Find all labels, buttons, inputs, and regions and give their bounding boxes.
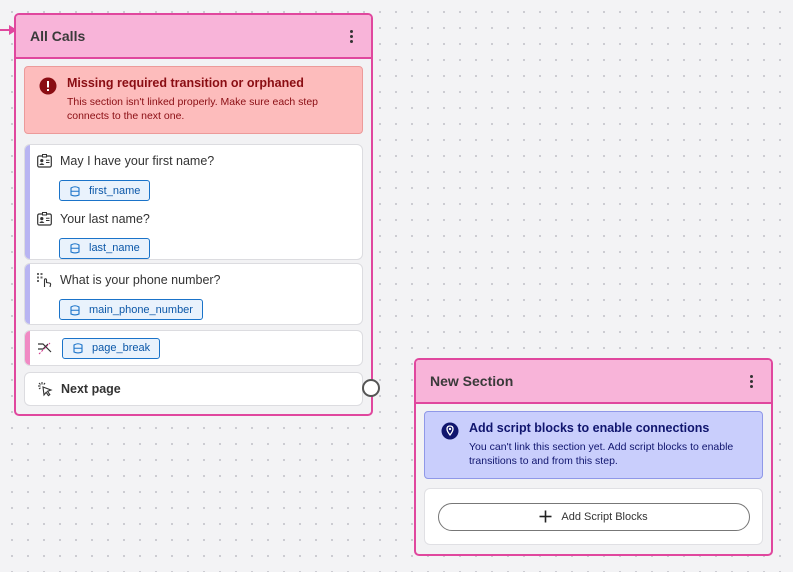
- variable-chip-last-name[interactable]: last_name: [59, 237, 150, 259]
- location-pin-icon: [441, 422, 459, 440]
- kebab-menu-icon[interactable]: [343, 26, 359, 46]
- page-break-icon: [38, 342, 52, 354]
- section-header[interactable]: New Section: [416, 360, 771, 404]
- next-page-step[interactable]: Next page: [24, 372, 363, 406]
- section-title: New Section: [430, 373, 514, 389]
- database-icon: [73, 343, 83, 354]
- add-button-label: Add Script Blocks: [561, 510, 648, 523]
- add-blocks-panel: Add Script Blocks: [424, 488, 763, 545]
- section-new-section[interactable]: New Section Add script blocks to enable …: [414, 358, 773, 556]
- section-title: All Calls: [30, 28, 86, 44]
- alert-title: Add script blocks to enable connections: [469, 421, 710, 435]
- question-step[interactable]: Your last name?: [25, 209, 362, 229]
- kebab-menu-icon[interactable]: [743, 371, 759, 391]
- add-script-blocks-button[interactable]: Add Script Blocks: [437, 502, 750, 531]
- database-icon: [70, 304, 80, 315]
- contact-card-icon: [37, 211, 52, 226]
- section-all-calls[interactable]: All Calls Missing required transition or…: [14, 13, 373, 416]
- database-icon: [70, 185, 80, 196]
- question-label: May I have your first name?: [60, 154, 215, 168]
- script-block-page-break[interactable]: page_break: [24, 330, 363, 366]
- script-block-phone[interactable]: What is your phone number? main_phone_nu…: [24, 263, 363, 325]
- plus-icon: [539, 510, 552, 523]
- keypad-touch-icon: [37, 272, 52, 287]
- variable-chip-main-phone-number[interactable]: main_phone_number: [59, 299, 203, 320]
- alert-title: Missing required transition or orphaned: [67, 76, 304, 90]
- chip-row: last_name: [25, 237, 362, 260]
- variable-name: last_name: [89, 242, 140, 254]
- chip-row: main_phone_number: [25, 299, 362, 321]
- question-label: What is your phone number?: [60, 273, 221, 287]
- variable-name: first_name: [89, 184, 141, 197]
- info-alert: Add script blocks to enable connections …: [424, 411, 763, 479]
- question-step[interactable]: What is your phone number?: [25, 270, 362, 290]
- contact-card-icon: [37, 154, 52, 168]
- alert-message: This section isn't linked properly. Make…: [67, 96, 319, 122]
- error-alert: Missing required transition or orphaned …: [24, 66, 363, 134]
- variable-name: main_phone_number: [89, 303, 193, 316]
- alert-message: You can't link this section yet. Add scr…: [469, 441, 734, 467]
- click-icon: [38, 382, 53, 397]
- error-circle-icon: [39, 77, 57, 95]
- variable-chip-first-name[interactable]: first_name: [59, 180, 151, 201]
- database-icon: [70, 243, 80, 254]
- question-label: Your last name?: [60, 211, 150, 226]
- next-page-label: Next page: [61, 382, 121, 396]
- variable-chip-page-break[interactable]: page_break: [62, 337, 161, 359]
- output-connector-handle[interactable]: [362, 379, 380, 397]
- question-step[interactable]: May I have your first name?: [25, 151, 362, 171]
- chip-row: first_name: [25, 180, 362, 202]
- variable-name: page_break: [92, 342, 151, 354]
- section-header[interactable]: All Calls: [16, 15, 371, 59]
- script-block-name[interactable]: May I have your first name? first_name Y…: [24, 144, 363, 260]
